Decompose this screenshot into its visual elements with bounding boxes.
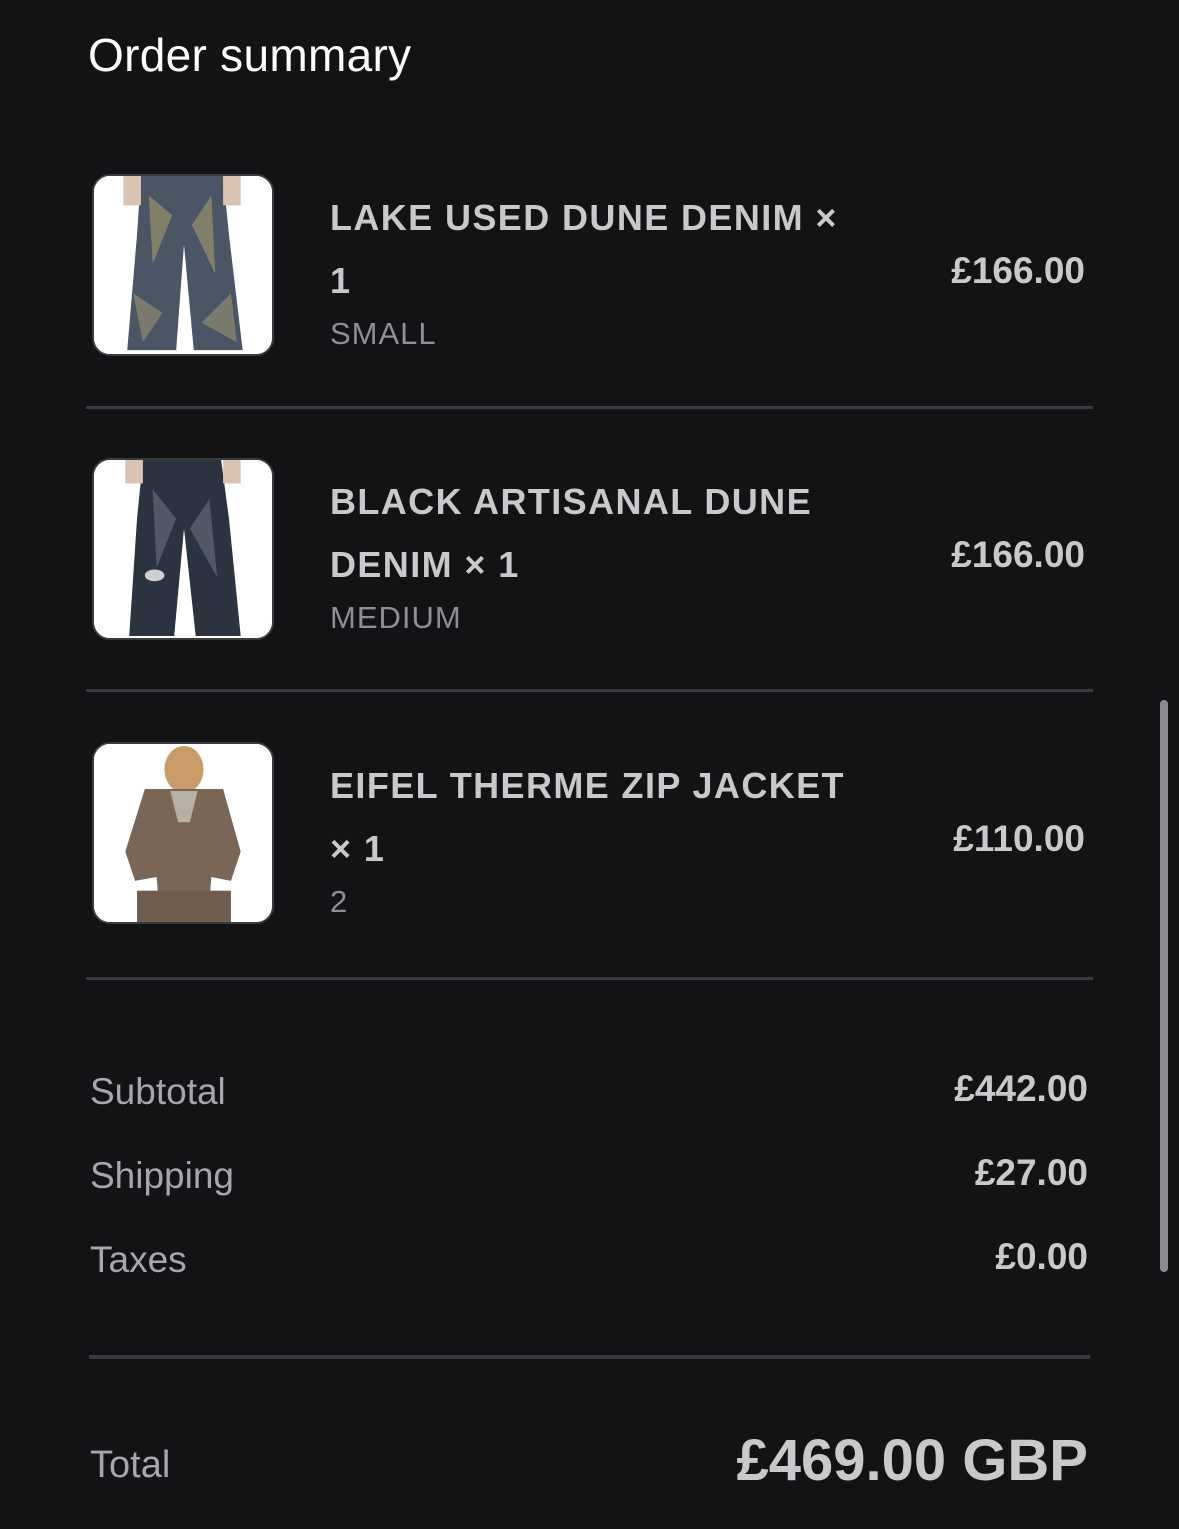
order-item: LAKE USED DUNE DENIM × 1 SMALL £166.00 bbox=[86, 174, 1093, 406]
subtotal-label: Subtotal bbox=[90, 1071, 226, 1112]
order-item: EIFEL THERME ZIP JACKET × 1 2 £110.00 bbox=[86, 742, 1093, 974]
product-name: EIFEL THERME ZIP JACKET × 1 bbox=[330, 765, 845, 869]
product-price: £166.00 bbox=[951, 250, 1085, 291]
taxes-value: £0.00 bbox=[995, 1236, 1088, 1277]
product-thumbnail bbox=[92, 174, 274, 356]
product-thumbnail bbox=[92, 458, 274, 640]
total-label: Total bbox=[90, 1444, 171, 1486]
divider bbox=[86, 689, 1093, 692]
divider bbox=[89, 1355, 1090, 1359]
divider bbox=[86, 406, 1093, 409]
total-value: £469.00 GBP bbox=[736, 1428, 1088, 1493]
order-summary-page: Order summary LAKE USED DUNE DENIM × 1 S… bbox=[0, 0, 1179, 1529]
product-thumbnail bbox=[92, 742, 274, 924]
product-price: £110.00 bbox=[953, 818, 1085, 859]
order-item: BLACK ARTISANAL DUNE DENIM × 1 MEDIUM £1… bbox=[86, 458, 1093, 690]
shipping-label: Shipping bbox=[90, 1155, 235, 1196]
taxes-label: Taxes bbox=[90, 1239, 187, 1280]
product-name: BLACK ARTISANAL DUNE DENIM × 1 bbox=[330, 481, 812, 585]
scrollbar[interactable] bbox=[1160, 700, 1168, 1272]
product-price: £166.00 bbox=[951, 534, 1085, 575]
page-title: Order summary bbox=[88, 29, 412, 81]
product-variant: 2 bbox=[330, 884, 349, 919]
subtotal-value: £442.00 bbox=[954, 1068, 1088, 1109]
divider bbox=[86, 977, 1093, 980]
product-variant: MEDIUM bbox=[330, 600, 462, 635]
product-variant: SMALL bbox=[330, 316, 437, 351]
shipping-value: £27.00 bbox=[974, 1152, 1088, 1193]
product-name: LAKE USED DUNE DENIM × 1 bbox=[330, 197, 838, 301]
